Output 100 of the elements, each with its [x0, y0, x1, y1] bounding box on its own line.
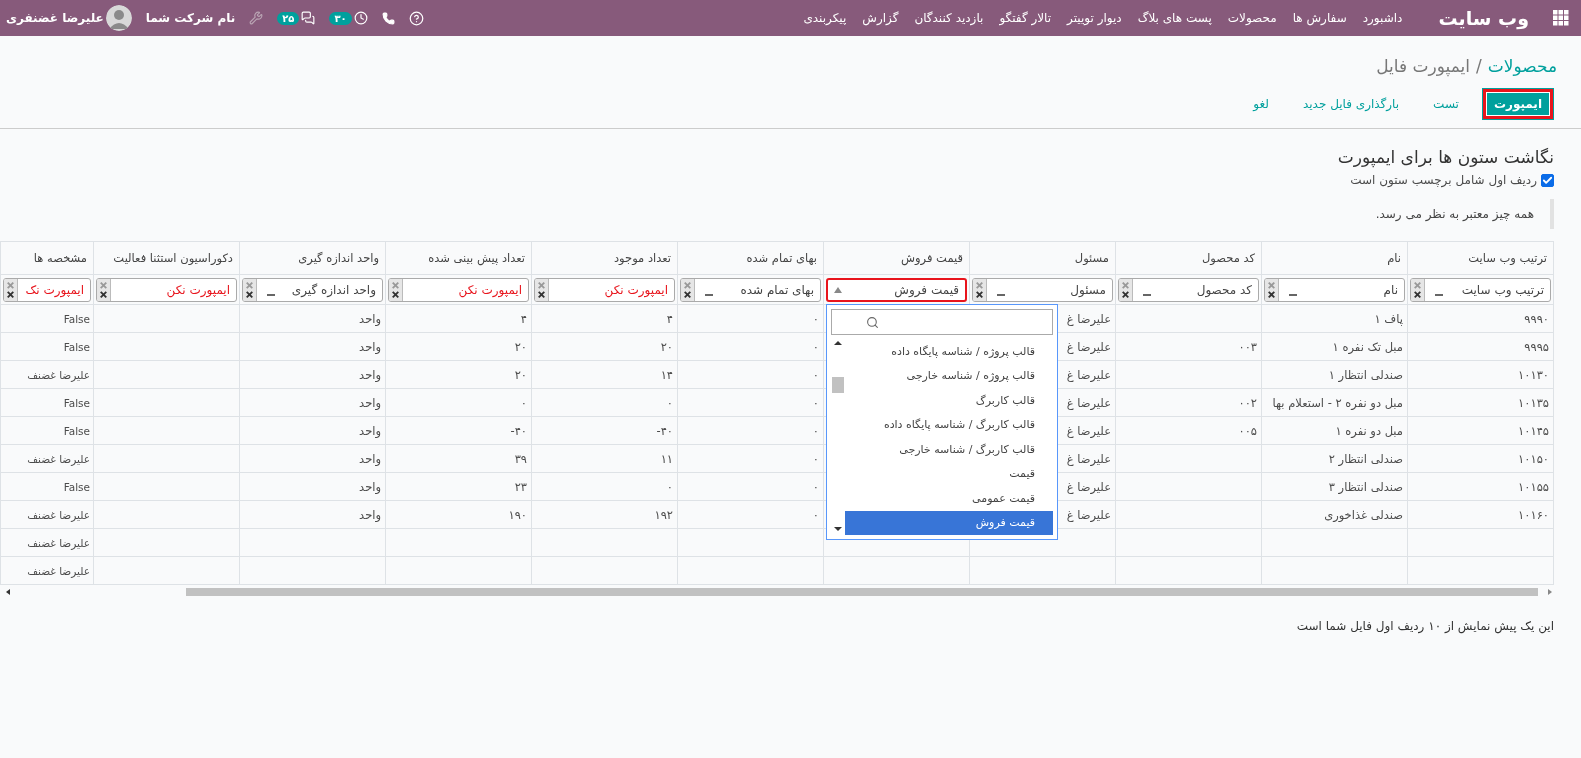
clear-icon[interactable]: [681, 278, 695, 301]
breadcrumb-current: ایمپورت فایل: [1376, 56, 1470, 76]
column-header: ترتیب وب سایت: [1407, 241, 1554, 275]
menu-item[interactable]: پیکربندی: [795, 11, 855, 25]
dropdown-option[interactable]: قیمت فروش: [845, 510, 1053, 535]
table-cell: علیرضا غضنف: [0, 556, 94, 585]
table-cell: ۹۹۹۰: [1407, 304, 1554, 333]
table-cell: صندلی غذاخوری: [1261, 500, 1408, 529]
table-cell: ۰: [385, 388, 532, 417]
dropdown-option[interactable]: قالب پروژه / شناسه خارجی: [845, 363, 1053, 388]
clear-icon[interactable]: [1265, 278, 1279, 301]
column-header: کد محصول: [1115, 241, 1262, 275]
dropdown-option[interactable]: قالب کاربرگ / شناسه پایگاه داده: [845, 412, 1053, 437]
table-cell: ۱۴: [531, 360, 678, 389]
dropdown-option[interactable]: قالب کاربرگ: [845, 388, 1053, 413]
column-select[interactable]: بهای تمام شده: [680, 277, 821, 302]
count-badge: ۲۵: [277, 11, 300, 25]
help-icon[interactable]: [408, 10, 424, 26]
table-cell: False: [0, 304, 94, 333]
clear-icon[interactable]: [1119, 278, 1133, 301]
dropdown-option[interactable]: قالب پروژه / شناسه پایگاه داده: [845, 339, 1053, 364]
table-cell: صندلی انتظار ۲: [1261, 444, 1408, 473]
table-cell: False: [0, 416, 94, 445]
column-select[interactable]: ایمپورت نک: [3, 277, 91, 302]
column-header: نام: [1261, 241, 1408, 275]
clear-icon[interactable]: [973, 278, 987, 301]
column-header: بهای تمام شده: [677, 241, 824, 275]
company-name[interactable]: نام شرکت شما: [145, 11, 236, 25]
dropdown-option[interactable]: قیمت: [845, 461, 1053, 486]
column-header: واحد اندازه گیری: [239, 241, 386, 275]
column-select[interactable]: قیمت فروش: [826, 277, 967, 302]
table-cell: واحد: [239, 388, 386, 417]
menu-item[interactable]: دیوار توییتر: [1059, 11, 1130, 25]
table-cell: واحد: [239, 444, 386, 473]
avatar[interactable]: [105, 5, 132, 31]
column-header: مسئول: [969, 241, 1116, 275]
table-cell: علیرضا غضنف: [0, 500, 94, 529]
user-name[interactable]: علیرضا غضنفری: [6, 11, 104, 25]
clear-icon[interactable]: [389, 278, 403, 301]
table-cell: ۱۰۱۴۵: [1407, 416, 1554, 445]
menu-item[interactable]: سفارش ها: [1284, 11, 1355, 25]
dropdown-option[interactable]: قالب کاربرگ / شناسه خارجی: [845, 437, 1053, 462]
table-cell: ۱۰۱۶۰: [1407, 500, 1554, 529]
menu-item[interactable]: بازدید کنندگان: [906, 11, 992, 25]
dropdown-option[interactable]: قیمت عمومی: [845, 486, 1053, 511]
action-link[interactable]: تست: [1422, 89, 1470, 119]
table-cell: ۳۹: [385, 444, 532, 473]
chat-icon[interactable]: [301, 11, 316, 25]
checkbox-label: ردیف اول شامل برچسب ستون است: [1350, 173, 1537, 187]
clear-icon[interactable]: [4, 278, 18, 301]
apps-icon[interactable]: [1553, 10, 1569, 26]
column-select[interactable]: واحد اندازه گیری: [242, 277, 383, 302]
table-cell: ۴۰-: [385, 416, 532, 445]
column-select[interactable]: ایمپورت نکن: [388, 277, 529, 302]
table-cell: ۰: [677, 332, 824, 361]
action-link[interactable]: بارگذاری فایل جدید: [1291, 89, 1411, 119]
table-cell: ۱۰۱۳۵: [1407, 388, 1554, 417]
table-cell: ۰: [677, 304, 824, 333]
phone-icon[interactable]: [381, 11, 395, 25]
table-cell: واحد: [239, 332, 386, 361]
column-header: قیمت فروش: [823, 241, 970, 275]
column-select[interactable]: مسئول: [972, 277, 1113, 302]
menu-item[interactable]: پست های بلاگ: [1129, 11, 1220, 25]
section-title: نگاشت ستون ها برای ایمپورت: [1336, 147, 1554, 167]
clear-icon[interactable]: [97, 278, 111, 301]
table-cell: ۱۱: [531, 444, 678, 473]
import-button[interactable]: ایمپورت: [1481, 88, 1554, 120]
clear-icon[interactable]: [1411, 278, 1425, 301]
column-header: دکوراسیون استثنا فعالیت: [93, 241, 240, 275]
column-select[interactable]: کد محصول: [1118, 277, 1259, 302]
preview-note: این یک پیش نمایش از ۱۰ ردیف اول فایل شما است: [1295, 619, 1554, 633]
menu-item[interactable]: تالار گفتگو: [991, 11, 1060, 25]
column-select[interactable]: ایمپورت نکن: [534, 277, 675, 302]
table-cell: False: [0, 332, 94, 361]
search-field[interactable]: [831, 309, 1053, 335]
breadcrumb-link[interactable]: محصولات: [1487, 56, 1557, 76]
menu-item[interactable]: محصولات: [1219, 11, 1285, 25]
table-cell: ۱۰۱۵۰: [1407, 444, 1554, 473]
action-link[interactable]: لغو: [1242, 89, 1280, 119]
table-cell: ۱۰۱۵۵: [1407, 472, 1554, 501]
column-select[interactable]: ایمپورت نکن: [96, 277, 237, 302]
table-cell: False: [0, 388, 94, 417]
column-select[interactable]: ترتیب وب سایت: [1410, 277, 1551, 302]
menu-item[interactable]: گزارش: [854, 11, 907, 25]
table-cell: واحد: [239, 416, 386, 445]
table-cell: ۲۰: [385, 360, 532, 389]
table-cell: ۰۰۲: [1115, 388, 1262, 417]
clear-icon[interactable]: [535, 278, 549, 301]
table-cell: ۰: [677, 444, 824, 473]
column-select[interactable]: نام: [1264, 277, 1405, 302]
table-cell: ۱۹۰: [385, 500, 532, 529]
table-cell: ۴: [531, 304, 678, 333]
clock-icon[interactable]: [353, 11, 368, 25]
table-cell: علیرضا غضنف: [0, 528, 94, 557]
clear-icon[interactable]: [243, 278, 257, 301]
menu-item[interactable]: داشبورد: [1354, 11, 1411, 25]
table-cell: پاف ۱: [1261, 304, 1408, 333]
table-cell: ۹۹۹۵: [1407, 332, 1554, 361]
checkbox[interactable]: [1541, 173, 1554, 187]
table-cell: ۲۳: [385, 472, 532, 501]
